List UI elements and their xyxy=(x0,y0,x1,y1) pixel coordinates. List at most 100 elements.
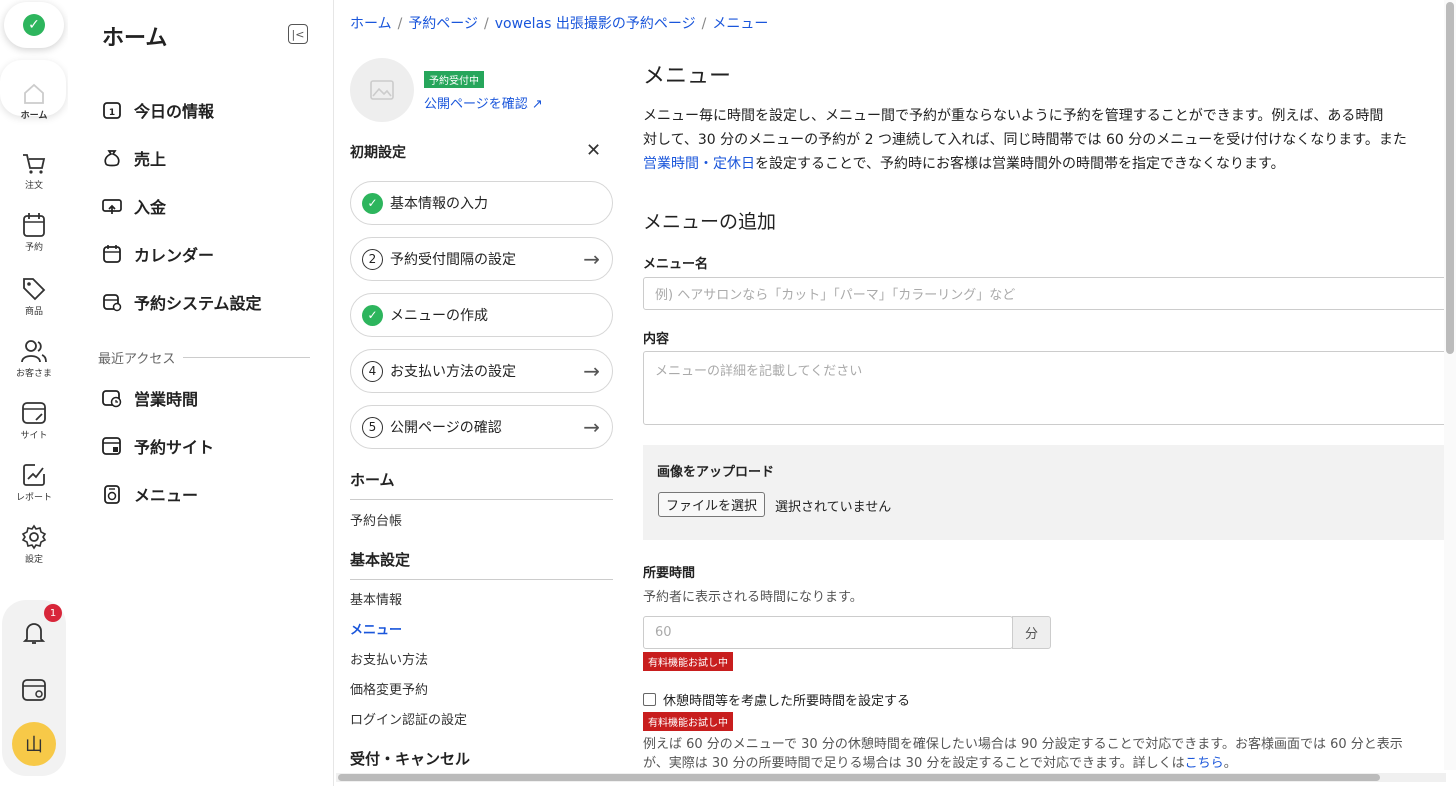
setup-step[interactable]: 4 お支払い方法の設定 → xyxy=(350,349,613,393)
sub-link-payment[interactable]: お支払い方法 xyxy=(350,649,428,668)
rail-item-orders[interactable]: 注文 xyxy=(0,152,68,191)
paid-trial-badge: 有料機能お試し中 xyxy=(643,652,733,671)
choose-file-button[interactable]: ファイルを選択 xyxy=(658,492,766,517)
deposit-icon xyxy=(102,196,122,216)
duration-hint: 予約者に表示される時間になります。 xyxy=(643,590,863,605)
sub-link-menu[interactable]: メニュー xyxy=(350,619,402,638)
no-file-text: 選択されていません xyxy=(775,500,892,515)
sub-link-ledger[interactable]: 予約台帳 xyxy=(350,510,402,529)
vertical-scrollbar[interactable] xyxy=(1444,0,1456,770)
tag-icon xyxy=(23,278,46,301)
rail-label: 商品 xyxy=(24,307,43,317)
help-line: 例えば 60 分のメニューで 30 分の休憩時間を確保したい場合は 90 分設定… xyxy=(643,737,1403,752)
sub-link-price-change[interactable]: 価格変更予約 xyxy=(350,679,428,698)
calendar-settings-icon xyxy=(102,292,122,312)
content-textarea[interactable]: メニューの詳細を記載してください xyxy=(643,351,1453,425)
scrollbar-thumb[interactable] xyxy=(338,774,1380,781)
rail-label: サイト xyxy=(20,431,48,441)
check-icon: ✓ xyxy=(362,192,383,214)
sidebar-item-deposit[interactable]: 入金 xyxy=(102,194,166,218)
setup-step[interactable]: ✓ 基本情報の入力 xyxy=(350,181,613,225)
close-icon[interactable]: ✕ xyxy=(586,140,601,161)
step-number: 4 xyxy=(362,360,383,382)
sidebar-item-today[interactable]: 1 今日の情報 xyxy=(102,98,214,122)
sidebar-item-menu[interactable]: メニュー xyxy=(102,482,198,506)
rail-item-products[interactable]: 商品 xyxy=(0,276,68,317)
setup-step[interactable]: ✓ メニューの作成 xyxy=(350,293,613,337)
setup-step[interactable]: 2 予約受付間隔の設定 → xyxy=(350,237,613,281)
rail-item-reservations[interactable]: 予約 xyxy=(0,212,68,253)
section-basic-heading: 基本設定 xyxy=(350,549,613,580)
description-line: メニュー毎に時間を設定し、メニュー間で予約が重ならないように予約を管理することが… xyxy=(643,108,1384,124)
setup-step-label: お支払い方法の設定 xyxy=(390,364,516,380)
setup-step-label: 基本情報の入力 xyxy=(390,196,488,212)
menu-name-label: メニュー名 xyxy=(643,257,709,272)
site-icon xyxy=(102,436,122,456)
menu-name-input[interactable]: 例) ヘアサロンなら「カット」「パーマ」「カラーリング」など xyxy=(643,277,1453,310)
rail-item-report[interactable]: レポート xyxy=(0,462,68,503)
sidebar-item-label: 売上 xyxy=(134,150,167,169)
sub-link-basic-info[interactable]: 基本情報 xyxy=(350,589,402,608)
sidebar-item-label: 予約サイト xyxy=(134,438,215,457)
sidebar-item-label: カレンダー xyxy=(134,246,215,265)
description-line: 対して、30 分のメニューの予約が 2 つ連続して入れば、同じ時間帯では 60 … xyxy=(643,132,1407,148)
sidebar-item-label: 入金 xyxy=(134,198,167,217)
sidebar-item-label: 予約システム設定 xyxy=(134,294,262,313)
step-number: 5 xyxy=(362,416,383,438)
help-link[interactable]: こちら xyxy=(1185,756,1224,771)
home-icon xyxy=(24,83,44,104)
sidebar: ホーム |< 1 今日の情報 売上 入金 カレンダー 予約システム設定 最近アク… xyxy=(68,0,334,786)
main-content: メニュー メニュー毎に時間を設定し、メニュー間で予約が重ならないように予約を管理… xyxy=(643,0,1456,786)
sidebar-item-label: メニュー xyxy=(134,486,199,505)
public-page-link[interactable]: 公開ページを確認 ↗ xyxy=(424,93,543,112)
bell-icon xyxy=(22,623,46,644)
scrollbar-thumb[interactable] xyxy=(1446,2,1454,354)
break-time-checkbox[interactable] xyxy=(643,693,656,706)
rail-item-customers[interactable]: お客さま xyxy=(0,338,68,379)
section-home-heading: ホーム xyxy=(350,469,613,500)
arrow-right-icon: → xyxy=(583,247,600,271)
status-button[interactable]: ✓ xyxy=(4,2,64,48)
rail-item-home[interactable]: ホーム xyxy=(0,82,68,121)
sidebar-item-business-hours[interactable]: 営業時間 xyxy=(102,386,198,410)
icon-rail: ✓ ホーム 注文 予約 商品 お客さま サイト レポート 設定 1 山 xyxy=(0,0,68,786)
calendar-icon xyxy=(23,213,45,237)
status-badge: 予約受付中 xyxy=(424,71,484,88)
site-preview-button[interactable] xyxy=(0,677,68,705)
notification-badge: 1 xyxy=(44,604,62,622)
users-icon xyxy=(21,340,47,363)
rail-item-site[interactable]: サイト xyxy=(0,400,68,441)
clock-icon xyxy=(102,388,122,408)
breadcrumb-link[interactable]: ホーム xyxy=(350,16,392,32)
gear-icon xyxy=(21,524,47,550)
avatar[interactable]: 山 xyxy=(12,722,56,766)
menu-name-placeholder: 例) ヘアサロンなら「カット」「パーマ」「カラーリング」など xyxy=(655,288,1016,303)
setup-step-label: 公開ページの確認 xyxy=(390,420,502,436)
sidebar-item-sales[interactable]: 売上 xyxy=(102,146,166,170)
rail-label: ホーム xyxy=(20,111,48,121)
duration-input[interactable]: 60 xyxy=(643,616,1013,649)
setup-heading: 初期設定 xyxy=(350,145,406,161)
sidebar-title: ホーム xyxy=(102,26,168,51)
page-thumbnail xyxy=(350,58,414,122)
external-link-icon: ↗ xyxy=(531,97,543,112)
paid-trial-badge: 有料機能お試し中 xyxy=(643,712,733,731)
rail-label: 予約 xyxy=(24,243,43,253)
sidebar-item-calendar[interactable]: カレンダー xyxy=(102,242,214,266)
collapse-sidebar-icon[interactable]: |< xyxy=(288,24,308,44)
sidebar-item-booking-settings[interactable]: 予約システム設定 xyxy=(102,290,262,314)
add-menu-heading: メニューの追加 xyxy=(643,211,777,233)
breadcrumb-link[interactable]: 予約ページ xyxy=(408,16,478,32)
setup-step[interactable]: 5 公開ページの確認 → xyxy=(350,405,613,449)
horizontal-scrollbar[interactable] xyxy=(336,773,1446,782)
arrow-right-icon: → xyxy=(583,359,600,383)
page-description: メニュー毎に時間を設定し、メニュー間で予約が重ならないように予約を管理することが… xyxy=(643,104,1456,176)
break-time-checkbox-row[interactable]: 休憩時間等を考慮した所要時間を設定する xyxy=(643,690,910,709)
sidebar-item-booking-site[interactable]: 予約サイト xyxy=(102,434,214,458)
rail-label: お客さま xyxy=(15,369,52,379)
sub-link-login-auth[interactable]: ログイン認証の設定 xyxy=(350,709,467,728)
notification-button[interactable] xyxy=(0,620,68,648)
check-icon: ✓ xyxy=(362,304,383,326)
rail-item-settings[interactable]: 設定 xyxy=(0,524,68,565)
business-hours-link[interactable]: 営業時間・定休日 xyxy=(643,156,755,172)
